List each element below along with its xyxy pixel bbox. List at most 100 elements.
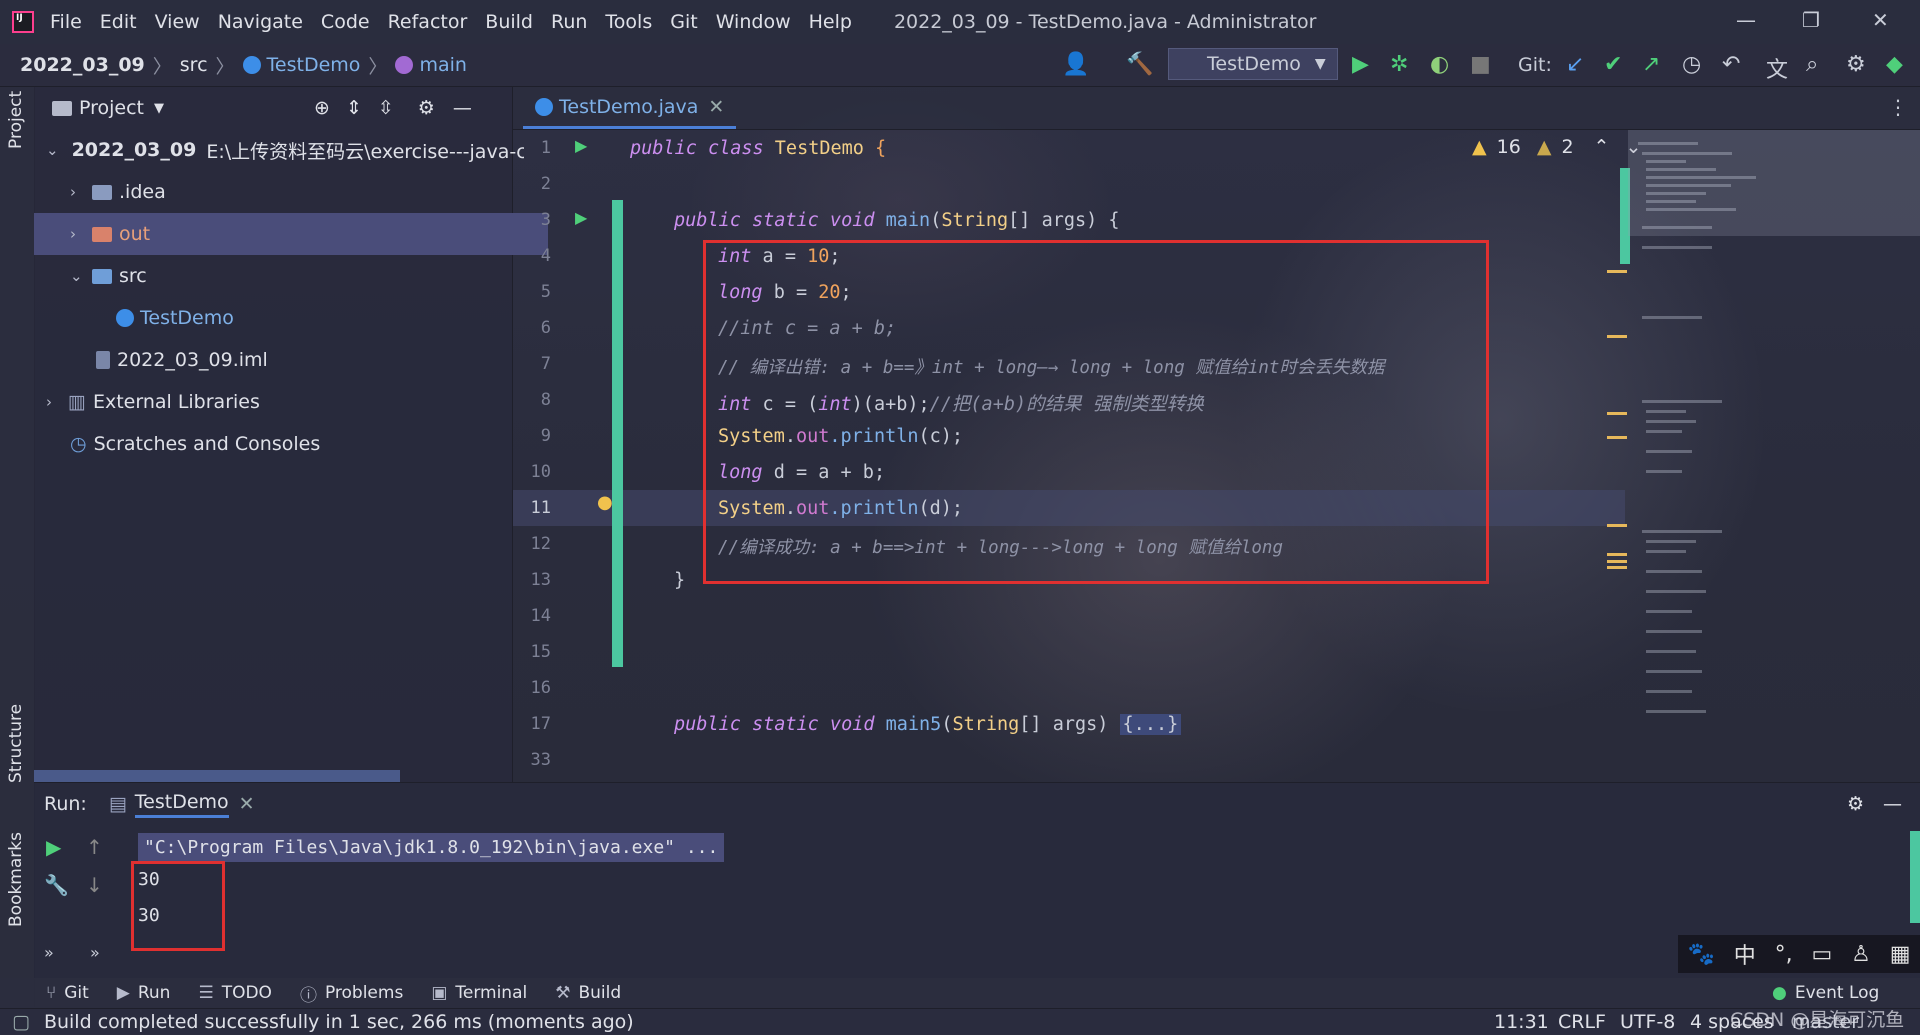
git-push-icon[interactable]: ↗ — [1642, 52, 1660, 77]
tree-item-out[interactable]: › out — [34, 213, 548, 255]
run-config-icon: ▤ — [108, 793, 127, 815]
collapse-all-icon[interactable]: ⇳ — [378, 97, 394, 119]
tab-run[interactable]: ▶ Run — [117, 983, 171, 1003]
menu-navigate[interactable]: Navigate — [218, 11, 303, 33]
caret-position[interactable]: 11:31 — [1494, 1011, 1549, 1033]
tab-git[interactable]: ⑂ Git — [46, 983, 89, 1003]
restore-icon[interactable]: ❐ — [1802, 8, 1820, 32]
file-encoding[interactable]: UTF-8 — [1620, 1011, 1675, 1033]
paw-icon[interactable]: 🐾 — [1687, 942, 1714, 967]
close-tab-icon[interactable]: ✕ — [708, 96, 724, 118]
stop-icon[interactable]: ■ — [1470, 52, 1491, 77]
more-icon[interactable]: ⋮ — [1888, 95, 1908, 119]
menu-file[interactable]: File — [50, 11, 82, 33]
coverage-icon[interactable]: ◐ — [1430, 52, 1449, 77]
inspections-widget[interactable]: ▲ 16 ▲ 2 ⌃ ⌄ — [1472, 136, 1641, 158]
user-icon[interactable]: 👤 — [1062, 52, 1089, 77]
rollback-icon[interactable]: ↶ — [1722, 52, 1740, 77]
rerun-icon[interactable]: ▶ — [46, 835, 61, 859]
menu-tools[interactable]: Tools — [605, 11, 652, 33]
line-separator[interactable]: CRLF — [1558, 1011, 1606, 1033]
menu-window[interactable]: Window — [716, 11, 791, 33]
settings-gear-icon[interactable]: ⚙ — [1846, 52, 1866, 77]
menu-refactor[interactable]: Refactor — [388, 11, 468, 33]
breadcrumb-class[interactable]: TestDemo — [267, 54, 361, 76]
minimize-icon[interactable]: — — [1736, 8, 1756, 32]
tab-testdemo-java[interactable]: TestDemo.java ✕ — [523, 87, 737, 129]
breadcrumb-project[interactable]: 2022_03_09 — [20, 54, 145, 76]
event-log-button[interactable]: ● Event Log — [1772, 983, 1879, 1003]
chevron-down-icon[interactable]: ⌄ — [70, 267, 86, 285]
keyboard-icon[interactable]: ▭ — [1811, 942, 1832, 967]
scroll-up-icon[interactable]: ↑ — [86, 835, 103, 859]
tree-item-testdemo[interactable]: TestDemo — [34, 297, 594, 339]
status-toggle-icon[interactable]: ▢ — [12, 1011, 30, 1033]
debug-icon[interactable]: ✲ — [1390, 52, 1408, 77]
wrench-icon[interactable]: 🔧 — [44, 873, 69, 897]
breadcrumb-src[interactable]: src — [180, 54, 208, 76]
locate-icon[interactable]: ⊕ — [314, 97, 330, 119]
menu-edit[interactable]: Edit — [100, 11, 137, 33]
close-run-tab-icon[interactable]: ✕ — [239, 793, 255, 815]
chevron-right-icon[interactable]: › — [46, 393, 62, 411]
run-tab-testdemo[interactable]: TestDemo — [134, 791, 229, 818]
console-scrollbar[interactable] — [1910, 831, 1920, 923]
translate-icon[interactable]: 文 — [1766, 52, 1788, 84]
menu-git[interactable]: Git — [670, 11, 697, 33]
git-commit-icon[interactable]: ✔ — [1604, 52, 1622, 77]
run-config-select[interactable]: TestDemo ▼ — [1168, 48, 1338, 80]
ime-toolbar[interactable]: 🐾 中 °, ▭ ♙ ▦ — [1678, 935, 1920, 973]
chevron-down-icon[interactable]: ⌄ — [46, 141, 59, 159]
run-settings-icon[interactable]: ⚙ — [1847, 793, 1864, 815]
tree-item-src[interactable]: ⌄ src — [34, 255, 548, 297]
close-window-icon[interactable]: ✕ — [1872, 8, 1889, 32]
ime-language[interactable]: 中 — [1734, 938, 1756, 970]
menu-view[interactable]: View — [155, 11, 200, 33]
prev-highlight-icon[interactable]: ⌃ — [1594, 136, 1610, 158]
more-right-icon[interactable]: » — [90, 943, 100, 962]
git-update-icon[interactable]: ↙ — [1566, 52, 1584, 77]
menu-code[interactable]: Code — [321, 11, 370, 33]
run-class-gutter-icon[interactable]: ▶ — [575, 136, 587, 155]
project-tool-window-button[interactable]: Project — [6, 91, 26, 149]
hide-run-panel-icon[interactable]: — — [1883, 793, 1902, 815]
tree-item-root[interactable]: ⌄ 2022_03_09 E:\上传资料至码云\exercise---java-… — [34, 129, 524, 171]
run-icon[interactable]: ▶ — [1352, 52, 1369, 77]
minimap-viewport[interactable] — [1628, 130, 1920, 236]
grid-icon[interactable]: ▦ — [1890, 942, 1911, 967]
project-panel-title[interactable]: Project — [79, 97, 144, 119]
chevron-down-icon[interactable]: ▼ — [154, 101, 164, 116]
horizontal-scrollbar[interactable] — [34, 770, 400, 782]
tab-terminal[interactable]: ▣ Terminal — [431, 983, 527, 1003]
tree-item-idea[interactable]: › .idea — [34, 171, 548, 213]
more-left-icon[interactable]: » — [44, 943, 54, 962]
chevron-right-icon[interactable]: › — [70, 183, 86, 201]
history-icon[interactable]: ◷ — [1682, 52, 1701, 77]
expand-all-icon[interactable]: ⇕ — [346, 97, 362, 119]
code-minimap[interactable] — [1628, 130, 1920, 782]
build-hammer-icon[interactable]: 🔨 — [1126, 52, 1153, 77]
chevron-right-icon[interactable]: › — [70, 225, 86, 243]
tab-problems[interactable]: ⓘ Problems — [300, 981, 403, 1006]
tree-item-external-libraries[interactable]: › ▥ External Libraries — [34, 381, 524, 423]
scroll-down-icon[interactable]: ↓ — [86, 873, 103, 897]
menu-build[interactable]: Build — [485, 11, 533, 33]
search-icon[interactable]: ⌕ — [1806, 52, 1818, 77]
bookmarks-tool-window-button[interactable]: Bookmarks — [6, 832, 26, 927]
tab-build[interactable]: ⚒ Build — [555, 983, 621, 1003]
breadcrumb-method[interactable]: main — [419, 54, 466, 76]
menu-run[interactable]: Run — [551, 11, 587, 33]
tree-item-iml[interactable]: 2022_03_09.iml — [34, 339, 574, 381]
panel-settings-icon[interactable]: ⚙ — [418, 97, 435, 119]
plugin-icon[interactable]: ◆ — [1886, 52, 1903, 77]
run-main-gutter-icon[interactable]: ▶ — [575, 208, 587, 227]
punctuation-icon[interactable]: °, — [1775, 942, 1793, 967]
user-ime-icon[interactable]: ♙ — [1851, 942, 1871, 967]
hide-panel-icon[interactable]: — — [453, 97, 472, 119]
tab-todo[interactable]: ☰ TODO — [198, 983, 272, 1003]
lightbulb-icon[interactable]: ● — [597, 492, 613, 513]
tree-item-scratches[interactable]: ◷ Scratches and Consoles — [34, 423, 548, 465]
menu-help[interactable]: Help — [809, 11, 852, 33]
structure-tool-window-button[interactable]: Structure — [6, 704, 26, 783]
folded-code[interactable]: {...} — [1119, 714, 1182, 735]
